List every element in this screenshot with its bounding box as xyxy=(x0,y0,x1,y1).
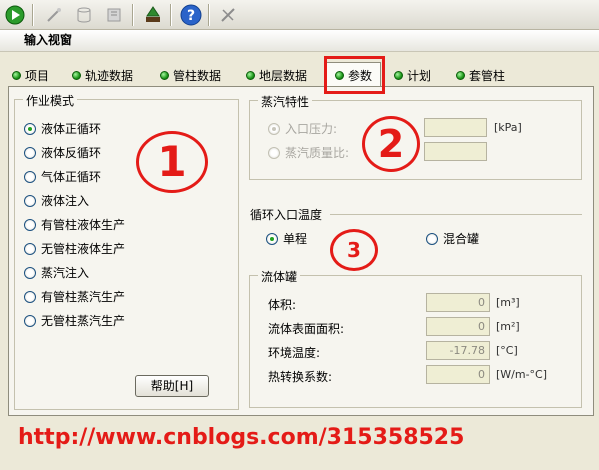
radio-button[interactable] xyxy=(24,122,36,135)
mode-option[interactable]: 有管柱液体生产 xyxy=(24,216,125,233)
fluid-tank-group: 流体罐 xyxy=(249,268,582,408)
window-title: 输入视窗 xyxy=(0,30,599,52)
tab-plan[interactable]: 计划 xyxy=(394,64,431,86)
tab-project[interactable]: 项目 xyxy=(12,64,49,86)
group-legend: 蒸汽特性 xyxy=(258,93,313,110)
tab-casing[interactable]: 套管柱 xyxy=(456,64,505,86)
divider xyxy=(330,214,582,215)
radio-button[interactable] xyxy=(426,232,438,245)
toolbar: ? xyxy=(0,0,599,30)
run-icon[interactable] xyxy=(3,3,27,27)
cylinder-icon[interactable] xyxy=(72,3,96,27)
mode-option[interactable]: 液体正循环 xyxy=(24,120,101,137)
wand-icon[interactable] xyxy=(42,3,66,27)
mode-option[interactable]: 蒸汽注入 xyxy=(24,264,89,281)
unit-label: [m³] xyxy=(496,296,520,309)
volume-field[interactable]: 0 xyxy=(426,293,490,312)
ambient-temp-label: 环境温度: xyxy=(268,346,321,360)
tab-trajectory[interactable]: 轨迹数据 xyxy=(72,64,133,86)
status-dot-icon xyxy=(72,70,81,80)
heat-transfer-label: 热转换系数: xyxy=(268,370,333,384)
steam-quality-field[interactable] xyxy=(424,142,487,161)
status-dot-icon xyxy=(246,70,255,80)
radio-button[interactable] xyxy=(24,218,36,231)
radio-button[interactable] xyxy=(24,170,36,183)
status-dot-icon xyxy=(394,70,403,80)
tab-strip: 项目 轨迹数据 管柱数据 地层数据 参数 计划 套管柱 xyxy=(8,62,594,88)
radio-button[interactable] xyxy=(24,242,36,255)
surface-area-label: 流体表面面积: xyxy=(268,322,345,336)
mode-option[interactable]: 有管柱蒸汽生产 xyxy=(24,288,125,305)
help-button[interactable]: 帮助[H] xyxy=(135,375,209,397)
circ-temp-heading: 循环入口温度 xyxy=(250,208,323,222)
radio-button[interactable] xyxy=(24,146,36,159)
surface-area-field[interactable]: 0 xyxy=(426,317,490,336)
work-mode-group: 作业模式 液体正循环 液体反循环 气体正循环 液体注入 有管柱液体生产 无管柱液… xyxy=(14,92,239,410)
status-dot-icon xyxy=(456,70,465,80)
mode-option[interactable]: 无管柱液体生产 xyxy=(24,240,125,257)
mode-option[interactable]: 液体注入 xyxy=(24,192,89,209)
book-icon[interactable] xyxy=(102,3,126,27)
highlight-box xyxy=(324,56,385,94)
group-legend: 流体罐 xyxy=(258,268,301,285)
annotation-circle-1: 1 xyxy=(136,131,208,193)
mode-option[interactable]: 液体反循环 xyxy=(24,144,101,161)
unit-label: [W/m-°C] xyxy=(496,368,548,381)
unit-label: [m²] xyxy=(496,320,520,333)
mode-option[interactable]: 气体正循环 xyxy=(24,168,101,185)
radio-button[interactable] xyxy=(268,122,280,135)
tab-tubing[interactable]: 管柱数据 xyxy=(160,64,221,86)
status-dot-icon xyxy=(12,70,21,80)
annotation-circle-2: 2 xyxy=(362,116,420,172)
heat-transfer-field[interactable]: 0 xyxy=(426,365,490,384)
annotation-circle-3: 3 xyxy=(330,229,378,271)
tools-icon[interactable] xyxy=(216,3,240,27)
help-icon[interactable]: ? xyxy=(179,3,203,27)
tab-formation[interactable]: 地层数据 xyxy=(246,64,307,86)
radio-button[interactable] xyxy=(24,194,36,207)
tree-icon[interactable] xyxy=(141,3,165,27)
radio-button[interactable] xyxy=(24,314,36,327)
unit-label: [kPa] xyxy=(494,121,522,134)
mode-option[interactable]: 无管柱蒸汽生产 xyxy=(24,312,125,329)
group-legend: 作业模式 xyxy=(23,92,78,109)
svg-text:?: ? xyxy=(187,8,195,24)
steam-quality-option[interactable]: 蒸汽质量比: xyxy=(268,144,349,161)
radio-button[interactable] xyxy=(268,146,280,159)
inlet-pressure-field[interactable] xyxy=(424,118,487,137)
status-dot-icon xyxy=(160,70,169,80)
volume-label: 体积: xyxy=(268,298,297,312)
single-pass-option[interactable]: 单程 xyxy=(266,230,307,247)
radio-button[interactable] xyxy=(24,266,36,279)
mixing-tank-option[interactable]: 混合罐 xyxy=(426,230,479,247)
ambient-temp-field[interactable]: -17.78 xyxy=(426,341,490,360)
unit-label: [°C] xyxy=(496,344,518,357)
radio-button[interactable] xyxy=(24,290,36,303)
inlet-pressure-option[interactable]: 入口压力: xyxy=(268,120,337,137)
watermark-url: http://www.cnblogs.com/315358525 xyxy=(18,425,465,450)
radio-button[interactable] xyxy=(266,232,278,245)
